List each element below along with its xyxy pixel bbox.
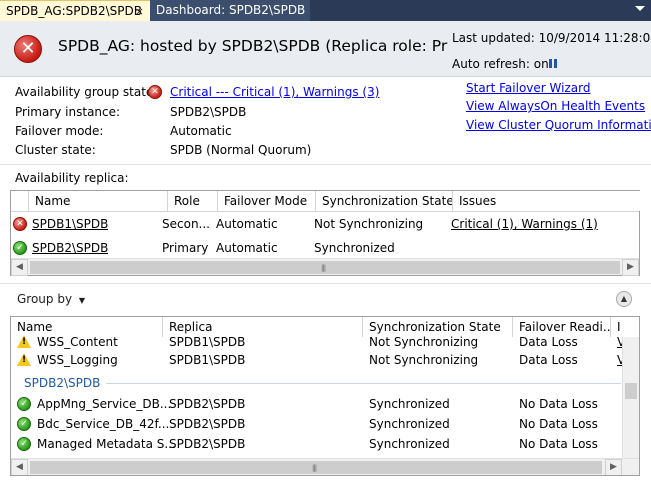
divider	[0, 164, 651, 165]
group-divider	[106, 383, 621, 384]
failover-mode-value: Automatic	[170, 124, 232, 138]
table-row[interactable]: ✓ Managed Metadata S... SPDB2\SPDB Synch…	[11, 434, 623, 454]
start-failover-wizard-link[interactable]: Start Failover Wizard	[466, 81, 590, 95]
database-sync-state: Not Synchronizing	[369, 335, 479, 349]
health-events-link[interactable]: View AlwaysOn Health Events	[466, 99, 645, 113]
table-row[interactable]: ✓ SPDB2\SPDB Primary Automatic Synchroni…	[11, 237, 639, 259]
header-divider	[11, 211, 639, 212]
replica-failover-mode: Automatic	[216, 217, 278, 231]
scrollbar-thumb[interactable]	[625, 383, 637, 399]
table-row[interactable]: ✓ AppMng_Service_DB... SPDB2\SPDB Synchr…	[11, 394, 623, 414]
database-failover-readiness: Data Loss	[519, 335, 578, 349]
table-row[interactable]: ✕ SPDB1\SPDB Secon... Automatic Not Sync…	[11, 213, 639, 235]
chevron-down-icon: ▼	[78, 296, 86, 305]
cluster-quorum-link[interactable]: View Cluster Quorum Information	[466, 118, 651, 132]
scrollbar-thumb[interactable]: |||	[30, 461, 602, 474]
replica-failover-mode: Automatic	[216, 241, 278, 255]
column-header-role[interactable]: Role	[168, 191, 218, 211]
collapse-up-icon[interactable]: ▲	[616, 291, 632, 307]
page-title: SPDB_AG: hosted by SPDB2\SPDB (Replica r…	[58, 37, 448, 55]
failover-mode-label: Failover mode:	[15, 124, 104, 138]
database-name: WSS_Logging	[37, 353, 118, 367]
error-icon: ✕	[14, 35, 42, 63]
database-replica: SPDB2\SPDB	[169, 417, 246, 431]
last-updated-label: Last updated:	[452, 31, 535, 45]
group-by-label: Group by	[17, 292, 73, 306]
auto-refresh-label: Auto refresh: on	[452, 57, 549, 71]
database-name: WSS_Content	[37, 335, 118, 349]
column-header-failover-mode[interactable]: Failover Mode	[218, 191, 316, 211]
table-row[interactable]: ✓ Bdc_Service_DB_42f... SPDB2\SPDB Synch…	[11, 414, 623, 434]
last-updated-value: 10/9/2014 11:28:04 PM	[538, 31, 651, 45]
horizontal-scrollbar[interactable]: ◀ ||| ▶	[11, 458, 639, 475]
close-tab-icon[interactable]: ×	[135, 1, 144, 22]
primary-instance-label: Primary instance:	[15, 105, 121, 119]
scroll-left-icon[interactable]: ◀	[11, 459, 28, 475]
vertical-scrollbar[interactable]	[622, 337, 639, 458]
error-icon: ✕	[13, 217, 27, 231]
database-replica: SPDB1\SPDB	[169, 353, 246, 367]
tab-label: SPDB_AG:SPDB2\SPDB	[6, 4, 142, 18]
replica-role: Secon...	[162, 217, 210, 231]
database-sync-state: Synchronized	[369, 437, 450, 451]
replica-grid: Name Role Failover Mode Synchronization …	[10, 190, 640, 276]
database-name: Bdc_Service_DB_42f...	[37, 417, 170, 431]
column-header-name[interactable]: Name	[29, 191, 168, 211]
tab-ag-dashboard[interactable]: SPDB_AG:SPDB2\SPDB ×	[0, 0, 150, 21]
ag-state-link[interactable]: Critical --- Critical (1), Warnings (3)	[170, 85, 379, 99]
replica-name-link[interactable]: SPDB1\SPDB	[32, 217, 108, 231]
cluster-state-value: SPDB (Normal Quorum)	[170, 143, 312, 157]
database-name: AppMng_Service_DB...	[37, 397, 172, 411]
cluster-state-label: Cluster state:	[15, 143, 96, 157]
database-failover-readiness: No Data Loss	[519, 397, 598, 411]
scroll-right-icon[interactable]: ▶	[622, 259, 639, 276]
database-name: Managed Metadata S...	[37, 437, 176, 451]
horizontal-scrollbar[interactable]: ◀ ||| ▶	[11, 258, 639, 276]
status-column-header[interactable]	[11, 191, 29, 211]
replica-role: Primary	[162, 241, 209, 255]
database-replica: SPDB2\SPDB	[169, 437, 246, 451]
replica-sync-state: Not Synchronizing	[314, 217, 424, 231]
ag-state-label: Availability group state:	[15, 85, 158, 99]
pause-icon[interactable]	[549, 59, 557, 68]
tab-dropdown-icon[interactable]	[635, 6, 645, 11]
warning-icon: !	[17, 353, 31, 367]
replica-sync-state: Synchronized	[314, 241, 395, 255]
column-header-sync-state[interactable]: Synchronization State	[316, 191, 453, 211]
tab-dashboard[interactable]: Dashboard: SPDB2\SPDB	[150, 0, 310, 21]
checkmark-icon: ✓	[17, 397, 31, 411]
scroll-left-icon[interactable]: ◀	[11, 259, 28, 276]
scroll-right-icon[interactable]: ▶	[605, 459, 622, 475]
group-by-dropdown[interactable]: Group by ▼	[17, 292, 85, 306]
dashboard-header: ✕ SPDB_AG: hosted by SPDB2\SPDB (Replica…	[0, 21, 651, 77]
last-updated: Last updated: 10/9/2014 11:28:04 PM	[452, 31, 651, 45]
divider	[0, 283, 651, 284]
primary-instance-value: SPDB2\SPDB	[170, 105, 247, 119]
checkmark-icon: ✓	[17, 437, 31, 451]
table-row[interactable]: ! WSS_Content SPDB1\SPDB Not Synchronizi…	[11, 331, 623, 351]
checkmark-icon: ✓	[17, 417, 31, 431]
database-sync-state: Synchronized	[369, 417, 450, 431]
database-sync-state: Not Synchronizing	[369, 353, 479, 367]
document-tab-strip: SPDB_AG:SPDB2\SPDB × Dashboard: SPDB2\SP…	[0, 0, 651, 21]
database-replica: SPDB2\SPDB	[169, 397, 246, 411]
database-sync-state: Synchronized	[369, 397, 450, 411]
replica-issues-link[interactable]: Critical (1), Warnings (1)	[451, 217, 598, 231]
database-failover-readiness: No Data Loss	[519, 437, 598, 451]
database-replica: SPDB1\SPDB	[169, 335, 246, 349]
column-header-issues[interactable]: Issues	[453, 191, 640, 211]
checkmark-icon: ✓	[13, 241, 27, 255]
tab-label: Dashboard: SPDB2\SPDB	[156, 3, 306, 17]
scrollbar-thumb[interactable]: |||	[30, 261, 620, 274]
table-row[interactable]: ! WSS_Logging SPDB1\SPDB Not Synchronizi…	[11, 350, 623, 370]
replica-section-title: Availability replica:	[15, 171, 129, 185]
group-header[interactable]: SPDB2\SPDB	[24, 376, 100, 390]
database-failover-readiness: Data Loss	[519, 353, 578, 367]
replica-name-link[interactable]: SPDB2\SPDB	[32, 241, 108, 255]
database-failover-readiness: No Data Loss	[519, 417, 598, 431]
error-icon: ✕	[148, 85, 162, 99]
warning-icon: !	[17, 335, 31, 349]
database-grid: Name Replica Synchronization State Failo…	[10, 316, 640, 476]
